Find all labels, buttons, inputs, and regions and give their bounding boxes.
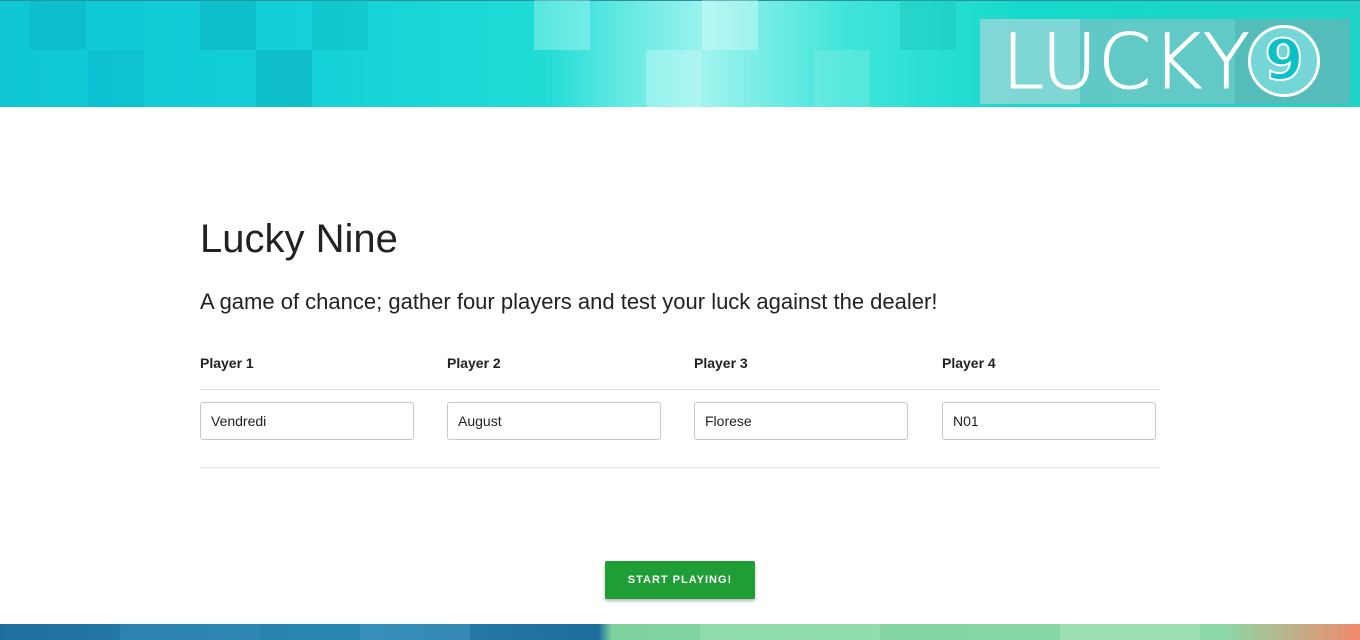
page: LUCKY 9 Lucky Nine A game of chance; gat… <box>0 0 1360 640</box>
footer-segment <box>360 624 470 640</box>
footer-segment <box>120 624 260 640</box>
banner-tile <box>646 50 702 107</box>
banner-tile <box>814 50 870 107</box>
footer-band <box>0 624 1360 640</box>
footer-segment <box>700 624 880 640</box>
logo-digit: 9 <box>1264 28 1305 93</box>
banner-tile <box>702 0 758 50</box>
players-input-row <box>200 390 1160 468</box>
logo-nine-icon: 9 <box>1248 25 1320 97</box>
player-4-label: Player 4 <box>942 355 996 371</box>
start-playing-button[interactable]: START PLAYING! <box>605 561 755 599</box>
banner-tile <box>30 0 86 50</box>
logo-text: LUCKY <box>1002 17 1251 106</box>
banner-tile <box>312 0 368 50</box>
player-2-input[interactable] <box>447 402 661 440</box>
banner-tile <box>200 0 256 50</box>
player-2-label: Player 2 <box>447 355 501 371</box>
player-3-label: Player 3 <box>694 355 748 371</box>
header-banner: LUCKY 9 <box>0 0 1360 107</box>
player-3-input[interactable] <box>694 402 908 440</box>
banner-tile <box>256 50 312 107</box>
footer-segment <box>1060 624 1200 640</box>
banner-tile <box>900 0 956 50</box>
players-header-row: Player 1 Player 2 Player 3 Player 4 <box>200 355 1160 390</box>
banner-tile <box>88 50 144 107</box>
lucky9-logo: LUCKY 9 <box>980 17 1350 106</box>
player-1-label: Player 1 <box>200 355 254 371</box>
page-subtitle: A game of chance; gather four players an… <box>200 289 938 314</box>
player-1-input[interactable] <box>200 402 414 440</box>
banner-tile <box>534 0 590 50</box>
player-4-input[interactable] <box>942 402 1156 440</box>
page-title: Lucky Nine <box>200 217 398 261</box>
